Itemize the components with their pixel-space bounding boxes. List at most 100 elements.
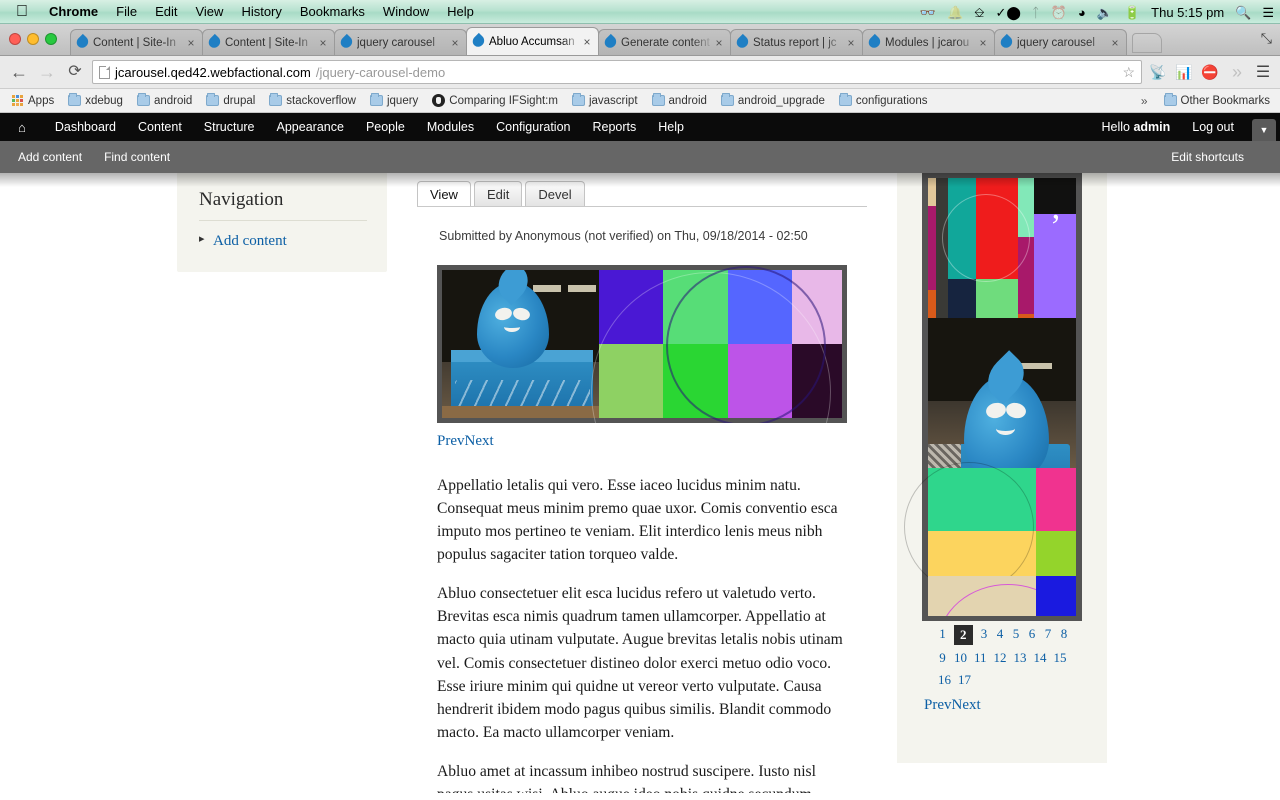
menu-item-edit[interactable]: Edit: [146, 4, 186, 19]
pager-link-7[interactable]: 7: [1044, 625, 1053, 645]
carousel-next-link[interactable]: Next: [465, 433, 494, 449]
close-icon[interactable]: ×: [581, 35, 593, 49]
pager-link-8[interactable]: 8: [1060, 625, 1069, 645]
tab-view[interactable]: View: [417, 181, 471, 206]
menu-item-file[interactable]: File: [107, 4, 146, 19]
browser-tab[interactable]: Generate content ×: [598, 29, 731, 55]
close-icon[interactable]: ×: [845, 36, 857, 50]
bookmark-comparing-ifsight[interactable]: Comparing IFSight:m: [426, 92, 564, 109]
bookmarks-overflow-icon[interactable]: »: [1133, 94, 1156, 108]
toolbar-item-structure[interactable]: Structure: [193, 120, 266, 134]
sidebar-carousel-slide-1[interactable]: ’: [928, 178, 1076, 318]
pager-link-5[interactable]: 5: [1012, 625, 1021, 645]
main-carousel[interactable]: [437, 265, 847, 423]
close-icon[interactable]: ×: [1109, 36, 1121, 50]
pager-link-1[interactable]: 1: [938, 625, 947, 645]
bookmark-javascript[interactable]: javascript: [566, 93, 644, 109]
toolbar-item-reports[interactable]: Reports: [581, 120, 647, 134]
adblock-icon[interactable]: ⛔: [1200, 64, 1220, 81]
time-machine-icon[interactable]: ⏰: [1051, 6, 1067, 19]
reload-button[interactable]: ⟳: [64, 64, 86, 80]
pager-link-16[interactable]: 16: [938, 671, 951, 689]
pager-link-2-current[interactable]: 2: [954, 625, 973, 645]
search-icon[interactable]: 🔍: [1235, 6, 1251, 19]
browser-tab[interactable]: jquery carousel ×: [994, 29, 1127, 55]
tab-devel[interactable]: Devel: [525, 181, 585, 206]
shield-check-icon[interactable]: ✓⬤: [995, 6, 1020, 19]
fullscreen-icon[interactable]: ⤡: [1261, 30, 1272, 47]
shortcut-add-content[interactable]: Add content: [18, 150, 82, 164]
forward-button[interactable]: →: [36, 63, 58, 81]
wifi-icon[interactable]: ◕: [1078, 6, 1086, 19]
menu-item-window[interactable]: Window: [374, 4, 438, 19]
bluetooth-icon[interactable]: ᛏ: [1032, 6, 1040, 19]
bookmark-star-icon[interactable]: ☆: [1122, 64, 1135, 81]
carousel-slide-edge[interactable]: [792, 270, 842, 418]
toolbar-item-appearance[interactable]: Appearance: [266, 120, 355, 134]
bookmark-jquery[interactable]: jquery: [364, 93, 424, 109]
bookmark-xdebug[interactable]: xdebug: [62, 93, 129, 109]
user-name[interactable]: admin: [1133, 120, 1170, 134]
menu-item-help[interactable]: Help: [438, 4, 483, 19]
toolbar-item-configuration[interactable]: Configuration: [485, 120, 581, 134]
carousel-slide-tiles[interactable]: [591, 266, 831, 423]
pager-link-17[interactable]: 17: [958, 671, 971, 689]
pager-link-6[interactable]: 6: [1028, 625, 1037, 645]
sidebar-carousel-next-link[interactable]: Next: [952, 697, 981, 713]
toolbar-item-modules[interactable]: Modules: [416, 120, 485, 134]
carousel-prev-link[interactable]: Prev: [437, 433, 465, 449]
close-icon[interactable]: ×: [449, 36, 461, 50]
page-info-icon[interactable]: [99, 65, 110, 79]
back-button[interactable]: ←: [8, 63, 30, 81]
bookmark-stackoverflow[interactable]: stackoverflow: [263, 93, 362, 109]
chevron-down-icon[interactable]: ▼: [1252, 119, 1276, 141]
close-icon[interactable]: ×: [185, 36, 197, 50]
nav-link-add-content[interactable]: Add content: [213, 233, 287, 249]
sidebar-carousel[interactable]: ’: [904, 173, 1082, 621]
apple-icon[interactable]: : [16, 3, 28, 20]
sidebar-carousel-prev-link[interactable]: Prev: [924, 697, 952, 713]
bookmark-android-2[interactable]: android: [646, 93, 713, 109]
pager-link-9[interactable]: 9: [938, 649, 947, 667]
logout-link[interactable]: Log out: [1180, 120, 1246, 134]
volume-icon[interactable]: 🔈: [1097, 6, 1113, 19]
rss-icon[interactable]: 📡: [1148, 64, 1168, 81]
zoom-window-button[interactable]: [45, 33, 57, 45]
bell-icon[interactable]: 🔔: [947, 6, 963, 19]
chart-icon[interactable]: 📊: [1174, 64, 1194, 81]
toolbar-item-people[interactable]: People: [355, 120, 416, 134]
browser-tab-active[interactable]: Abluo Accumsan ×: [466, 27, 599, 55]
bookmark-android[interactable]: android: [131, 93, 198, 109]
bookmark-android-upgrade[interactable]: android_upgrade: [715, 93, 831, 109]
battery-icon[interactable]: 🔋: [1124, 6, 1140, 19]
pager-link-3[interactable]: 3: [980, 625, 989, 645]
bookmark-configurations[interactable]: configurations: [833, 93, 934, 109]
pager-link-12[interactable]: 12: [994, 649, 1007, 667]
home-icon[interactable]: ⌂: [18, 120, 26, 135]
edit-shortcuts-link[interactable]: Edit shortcuts: [1171, 150, 1244, 164]
new-tab-button[interactable]: [1132, 33, 1162, 53]
toolbar-item-dashboard[interactable]: Dashboard: [44, 120, 127, 134]
tab-edit[interactable]: Edit: [473, 181, 523, 206]
menu-item-history[interactable]: History: [232, 4, 290, 19]
address-bar[interactable]: jcarousel.qed42.webfactional.com/jquery-…: [92, 60, 1142, 84]
airplay-icon[interactable]: ⎒: [974, 6, 984, 19]
close-icon[interactable]: ×: [977, 36, 989, 50]
extensions-overflow-icon[interactable]: »: [1226, 63, 1248, 81]
menu-item-bookmarks[interactable]: Bookmarks: [291, 4, 374, 19]
pager-link-14[interactable]: 14: [1034, 649, 1047, 667]
shortcut-find-content[interactable]: Find content: [104, 150, 170, 164]
browser-tab[interactable]: Modules | jcarou ×: [862, 29, 995, 55]
toolbar-item-help[interactable]: Help: [647, 120, 695, 134]
bookmark-apps[interactable]: Apps: [6, 93, 60, 109]
pager-link-4[interactable]: 4: [996, 625, 1005, 645]
pager-link-11[interactable]: 11: [974, 649, 987, 667]
close-icon[interactable]: ×: [713, 36, 725, 50]
carousel-slide-photo[interactable]: [442, 270, 599, 418]
pager-link-15[interactable]: 15: [1054, 649, 1067, 667]
sidebar-carousel-slide-2[interactable]: [928, 318, 1076, 468]
pager-link-13[interactable]: 13: [1014, 649, 1027, 667]
browser-tab[interactable]: Status report | jc ×: [730, 29, 863, 55]
chrome-menu-icon[interactable]: ☰: [1254, 62, 1272, 82]
menu-item-view[interactable]: View: [186, 4, 232, 19]
